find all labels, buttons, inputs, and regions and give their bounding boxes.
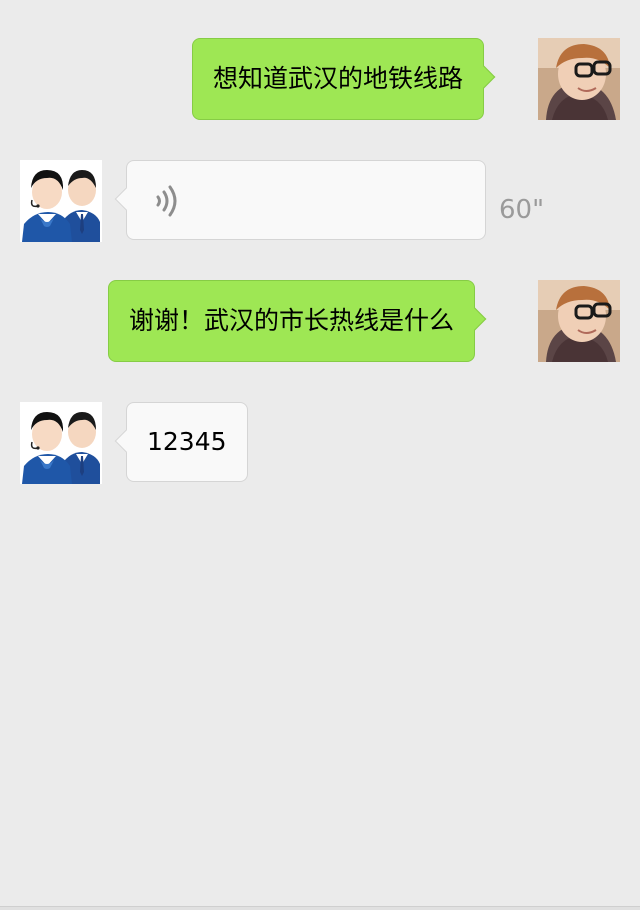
voice-duration: 60" [499, 195, 545, 225]
bubble-tail [114, 429, 138, 453]
bubble-tail [463, 307, 487, 331]
bubble-tail [114, 187, 138, 211]
bottom-divider [0, 906, 640, 910]
chat-area: 想知道武汉的地铁线路 60" 谢谢！武汉的市长热线是什么 12345 [0, 0, 640, 906]
message-text: 想知道武汉的地铁线路 [213, 64, 464, 93]
service-message-bubble[interactable]: 12345 [114, 402, 248, 482]
service-avatar[interactable] [20, 402, 102, 484]
service-voice-bubble[interactable] [114, 160, 486, 240]
message-text: 谢谢！武汉的市长热线是什么 [129, 306, 455, 335]
user-message-bubble[interactable]: 想知道武汉的地铁线路 [192, 38, 496, 120]
service-avatar[interactable] [20, 160, 102, 242]
user-message-bubble[interactable]: 谢谢！武汉的市长热线是什么 [108, 280, 487, 362]
message-text: 12345 [147, 427, 227, 456]
voice-wave-icon [156, 185, 177, 217]
bubble-tail [472, 65, 496, 89]
user-avatar[interactable] [538, 280, 620, 362]
user-avatar[interactable] [538, 38, 620, 120]
